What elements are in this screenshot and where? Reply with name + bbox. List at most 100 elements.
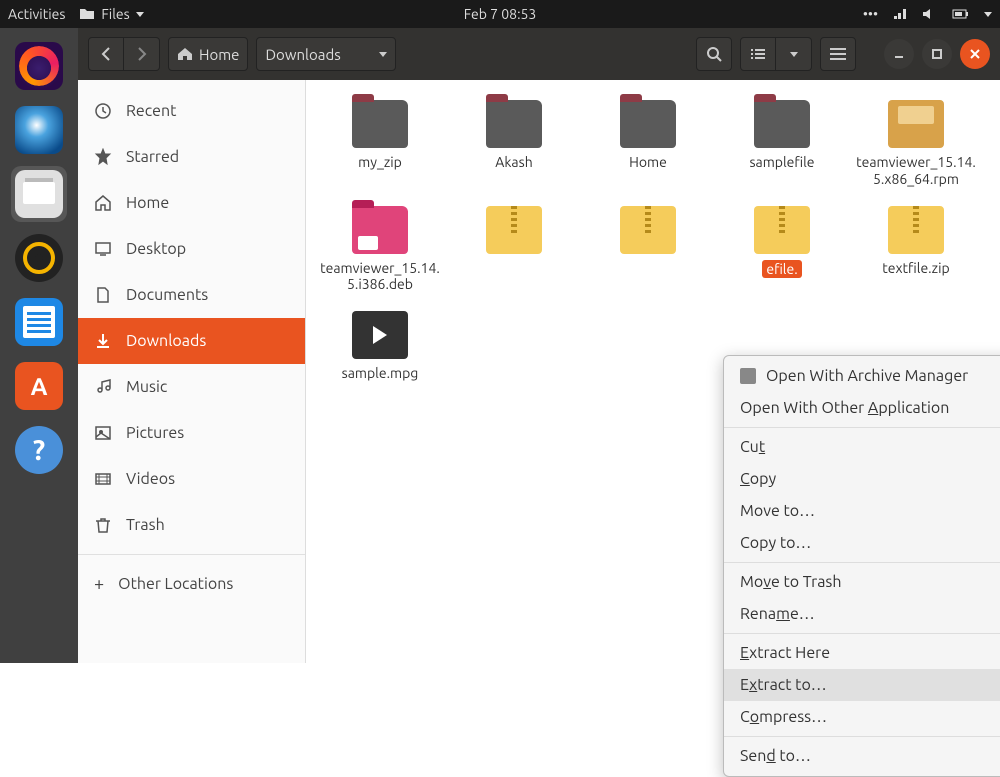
search-button[interactable] bbox=[696, 37, 732, 71]
sidebar-item-label: Desktop bbox=[126, 240, 186, 258]
sidebar-item-starred[interactable]: Starred bbox=[78, 134, 305, 180]
folder-icon bbox=[79, 7, 95, 21]
chevron-down-icon[interactable] bbox=[984, 12, 992, 17]
archive-icon bbox=[740, 368, 756, 384]
sidebar-item-documents[interactable]: Documents bbox=[78, 272, 305, 318]
ctx-label: Copy bbox=[740, 470, 776, 488]
ctx-open-other[interactable]: Open With Other Application bbox=[724, 392, 1000, 424]
forward-button[interactable] bbox=[124, 37, 160, 71]
ctx-compress[interactable]: Compress… bbox=[724, 701, 1000, 733]
rhythmbox-icon bbox=[15, 234, 63, 282]
minimize-icon bbox=[893, 48, 905, 60]
path-home-label: Home bbox=[199, 46, 239, 63]
sidebar-item-label: Pictures bbox=[126, 424, 184, 442]
maximize-button[interactable] bbox=[922, 39, 952, 69]
file-item[interactable]: efile. bbox=[718, 206, 846, 294]
sidebar-item-trash[interactable]: Trash bbox=[78, 502, 305, 548]
ctx-open-archive-manager[interactable]: Open With Archive ManagerReturn bbox=[724, 360, 1000, 392]
ctx-label: Compress… bbox=[740, 708, 827, 726]
ctx-cut[interactable]: CutCtrl+X bbox=[724, 431, 1000, 463]
close-icon bbox=[969, 48, 981, 60]
file-item[interactable]: teamviewer_15.14.5.x86_64.rpm bbox=[852, 100, 980, 188]
back-button[interactable] bbox=[88, 37, 124, 71]
dock-files[interactable] bbox=[11, 166, 67, 222]
clock[interactable]: Feb 7 08:53 bbox=[464, 6, 537, 22]
ctx-label: Copy to… bbox=[740, 534, 811, 552]
zip-icon bbox=[620, 206, 676, 254]
dock-firefox[interactable] bbox=[11, 38, 67, 94]
sidebar-item-label: Starred bbox=[126, 148, 179, 166]
ctx-copy[interactable]: CopyCtrl+C bbox=[724, 463, 1000, 495]
sidebar-item-pictures[interactable]: Pictures bbox=[78, 410, 305, 456]
sidebar-item-downloads[interactable]: Downloads bbox=[78, 318, 305, 364]
file-label: teamviewer_15.14.5.i386.deb bbox=[320, 260, 440, 294]
dock bbox=[0, 28, 78, 663]
sidebar-item-label: Documents bbox=[126, 286, 208, 304]
files-appmenu-label: Files bbox=[101, 6, 129, 22]
view-options-button[interactable] bbox=[776, 37, 812, 71]
file-item[interactable]: Akash bbox=[450, 100, 578, 188]
sidebar-item-desktop[interactable]: Desktop bbox=[78, 226, 305, 272]
hamburger-icon bbox=[830, 48, 846, 60]
view-buttons bbox=[740, 37, 812, 71]
hamburger-menu[interactable] bbox=[820, 37, 856, 71]
path-home[interactable]: Home bbox=[168, 37, 248, 71]
chevron-down-icon bbox=[136, 12, 144, 17]
ctx-rename[interactable]: Rename…F2 bbox=[724, 598, 1000, 630]
close-button[interactable] bbox=[960, 39, 990, 69]
headerbar: Home Downloads bbox=[78, 28, 1000, 80]
file-label: samplefile bbox=[749, 154, 814, 171]
dock-thunderbird[interactable] bbox=[11, 102, 67, 158]
file-item[interactable]: Home bbox=[584, 100, 712, 188]
sidebar-item-videos[interactable]: Videos bbox=[78, 456, 305, 502]
status-dots[interactable]: ••• bbox=[863, 6, 878, 22]
sidebar-item-music[interactable]: Music bbox=[78, 364, 305, 410]
ctx-move-trash[interactable]: Move to TrashDelete bbox=[724, 566, 1000, 598]
path-downloads[interactable]: Downloads bbox=[256, 37, 396, 71]
file-item[interactable]: textfile.zip bbox=[852, 206, 980, 294]
file-item[interactable]: my_zip bbox=[316, 100, 444, 188]
sidebar-item-label: Trash bbox=[126, 516, 165, 534]
minimize-button[interactable] bbox=[884, 39, 914, 69]
sidebar-item-recent[interactable]: Recent bbox=[78, 88, 305, 134]
folder-gray-icon bbox=[754, 100, 810, 148]
ctx-label: Send to… bbox=[740, 747, 811, 765]
file-label: efile. bbox=[762, 260, 801, 279]
ctx-send-to[interactable]: Send to… bbox=[724, 740, 1000, 772]
network-icon[interactable] bbox=[892, 7, 908, 21]
files-appmenu[interactable]: Files bbox=[79, 6, 143, 22]
file-item[interactable] bbox=[450, 206, 578, 294]
firefox-icon bbox=[15, 42, 63, 90]
ctx-extract-here[interactable]: Extract Here bbox=[724, 637, 1000, 669]
dock-rhythmbox[interactable] bbox=[11, 230, 67, 286]
file-item[interactable]: samplefile bbox=[718, 100, 846, 188]
dock-ubuntu-software[interactable] bbox=[11, 358, 67, 414]
search-icon bbox=[706, 46, 722, 62]
nautilus-window: Home Downloads Recent Starred Home Deskt… bbox=[78, 28, 1000, 663]
battery-icon[interactable] bbox=[952, 8, 970, 20]
files-icon bbox=[15, 170, 63, 218]
folder-gray-icon bbox=[486, 100, 542, 148]
ctx-move-to[interactable]: Move to… bbox=[724, 495, 1000, 527]
file-grid-area[interactable]: my_zipAkashHome samplefile teamviewer_15.1… bbox=[306, 80, 1000, 663]
sidebar-other-locations[interactable]: +Other Locations bbox=[78, 561, 305, 607]
dock-libreoffice-writer[interactable] bbox=[11, 294, 67, 350]
dock-help[interactable] bbox=[11, 422, 67, 478]
ctx-copy-to[interactable]: Copy to… bbox=[724, 527, 1000, 559]
sidebar-item-home[interactable]: Home bbox=[78, 180, 305, 226]
file-item[interactable]: sample.mpg bbox=[316, 311, 444, 382]
activities-button[interactable]: Activities bbox=[8, 6, 65, 22]
plus-icon: + bbox=[94, 574, 104, 594]
ctx-label: Open With Other Application bbox=[740, 399, 949, 417]
sidebar-item-label: Home bbox=[126, 194, 169, 212]
folder-pink-icon bbox=[352, 206, 408, 254]
file-item[interactable]: teamviewer_15.14.5.i386.deb bbox=[316, 206, 444, 294]
file-item[interactable] bbox=[584, 206, 712, 294]
volume-icon[interactable] bbox=[922, 7, 938, 21]
list-view-button[interactable] bbox=[740, 37, 776, 71]
ctx-extract-to[interactable]: Extract to… bbox=[724, 669, 1000, 701]
chevron-down-icon bbox=[790, 52, 798, 57]
maximize-icon bbox=[931, 48, 943, 60]
rpm-icon bbox=[888, 100, 944, 148]
ctx-label: Open With Archive Manager bbox=[766, 367, 968, 385]
